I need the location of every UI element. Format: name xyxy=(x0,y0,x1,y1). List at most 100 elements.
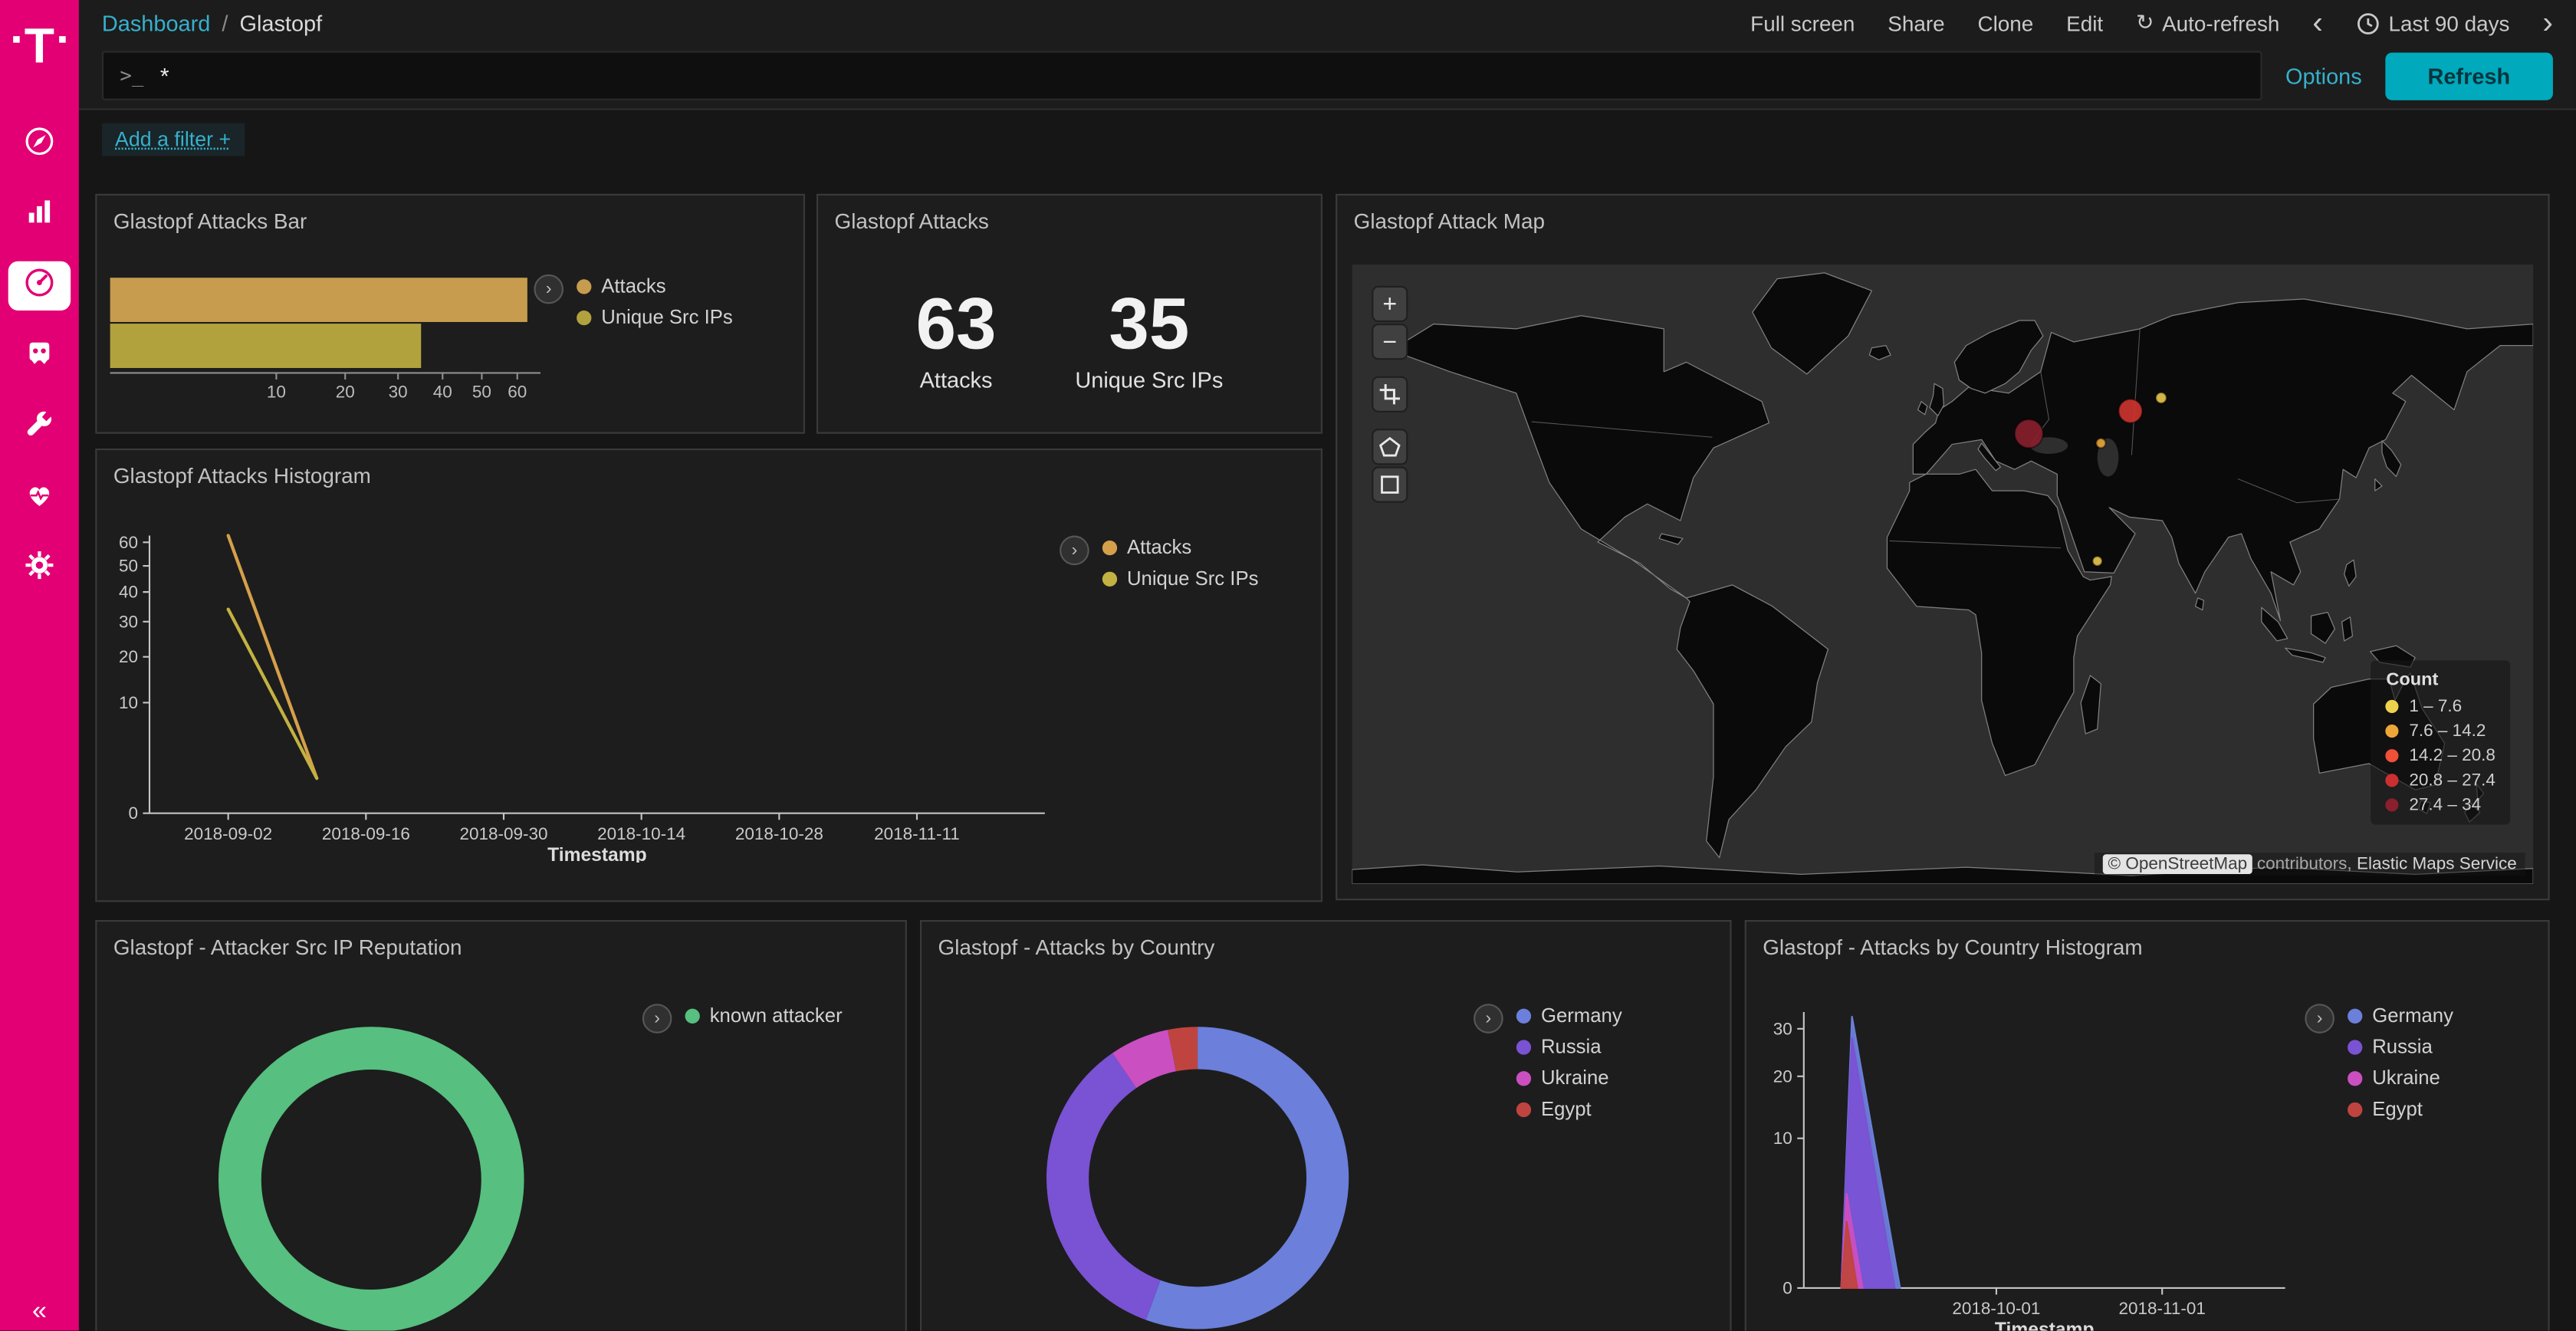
legend-item-attacks[interactable]: Attacks xyxy=(1102,536,1259,559)
legend-item-unique-src-ips[interactable]: Unique Src IPs xyxy=(577,306,733,329)
legend-dot xyxy=(1516,1070,1531,1085)
sidebar-collapse-icon[interactable]: « xyxy=(0,1298,79,1328)
kibana-dashboard-page: T xyxy=(0,0,2576,1331)
legend-item-egypt[interactable]: Egypt xyxy=(2348,1097,2453,1120)
panel-attack-map: Glastopf Attack Map xyxy=(1336,194,2550,900)
telekom-logo[interactable]: T xyxy=(0,0,79,95)
svg-text:2018-10-28: 2018-10-28 xyxy=(735,824,823,843)
time-forward-chevron[interactable]: › xyxy=(2542,8,2553,39)
svg-text:2018-09-02: 2018-09-02 xyxy=(184,824,272,843)
clock-icon xyxy=(2356,11,2380,35)
svg-text:30: 30 xyxy=(119,612,138,631)
legend-item-unique-src-ips[interactable]: Unique Src IPs xyxy=(1102,567,1259,590)
sidebar-item-management[interactable] xyxy=(8,544,71,593)
legend-toggle[interactable]: › xyxy=(642,1004,672,1034)
svg-text:2018-11-01: 2018-11-01 xyxy=(2119,1299,2206,1318)
query-options-link[interactable]: Options xyxy=(2285,63,2362,87)
panel-title: Glastopf Attacks xyxy=(818,196,1321,246)
country-histogram-chart[interactable]: 01020302018-10-012018-11-01Timestamp xyxy=(1761,1005,2298,1330)
sidebar-item-monitoring[interactable] xyxy=(8,473,71,522)
map-zoom-out-button[interactable]: − xyxy=(1372,324,1408,360)
legend-item-attacks[interactable]: Attacks xyxy=(577,274,733,297)
refresh-button[interactable]: Refresh xyxy=(2385,51,2553,99)
compass-icon xyxy=(23,124,56,166)
country-donut-chart[interactable] xyxy=(1043,1024,1352,1331)
breadcrumb-bar: Dashboard / Glastopf Full screen Share C… xyxy=(79,0,2576,46)
svg-text:2018-09-30: 2018-09-30 xyxy=(459,824,547,843)
panel-title: Glastopf Attacks Bar xyxy=(97,196,803,246)
sidebar-item-timelion[interactable] xyxy=(8,332,71,381)
legend-item-germany[interactable]: Germany xyxy=(1516,1004,1622,1027)
legend-dot xyxy=(1516,1102,1531,1116)
legend-item-russia[interactable]: Russia xyxy=(2348,1035,2453,1058)
map-legend-row: 20.8 – 27.4 xyxy=(2386,771,2496,790)
breadcrumb-current: Glastopf xyxy=(239,11,322,35)
map-legend-row: 27.4 – 34 xyxy=(2386,795,2496,815)
legend-toggle[interactable]: › xyxy=(534,274,564,304)
legend-item-ukraine[interactable]: Ukraine xyxy=(1516,1066,1622,1089)
edit-button[interactable]: Edit xyxy=(2066,11,2103,35)
svg-text:40: 40 xyxy=(119,583,138,602)
sidebar-item-devtools[interactable] xyxy=(8,403,71,452)
svg-text:40: 40 xyxy=(433,383,452,402)
legend-item-ukraine[interactable]: Ukraine xyxy=(2348,1066,2453,1089)
metric-label: Attacks xyxy=(916,369,997,393)
svg-text:2018-09-16: 2018-09-16 xyxy=(322,824,410,843)
map-attribution: © OpenStreetMap contributors, Elastic Ma… xyxy=(2095,853,2525,876)
panel-attacks-by-country: Glastopf - Attacks by Country › Germany … xyxy=(920,920,1732,1331)
add-filter-link[interactable]: Add a filter + xyxy=(102,123,244,156)
panel-title: Glastopf - Attacker Src IP Reputation xyxy=(97,922,905,972)
search-input[interactable]: >_ * xyxy=(102,51,2262,100)
svg-text:Timestamp: Timestamp xyxy=(547,845,647,863)
map-legend-row: 14.2 – 20.8 xyxy=(2386,746,2496,766)
attacks-bar-chart[interactable]: 102030405060 xyxy=(110,278,544,416)
legend-toggle[interactable]: › xyxy=(1060,536,1089,566)
legend-dot xyxy=(1102,571,1117,586)
share-button[interactable]: Share xyxy=(1888,11,1944,35)
map-draw-rectangle-button[interactable] xyxy=(1372,467,1408,503)
refresh-cycle-icon: ↻ xyxy=(2136,10,2154,36)
svg-text:0: 0 xyxy=(128,804,138,823)
crop-icon xyxy=(1378,383,1401,406)
legend-item-known-attacker[interactable]: known attacker xyxy=(685,1004,843,1027)
attacks-histogram-chart[interactable]: 01020304050602018-09-022018-09-162018-09… xyxy=(107,529,1058,863)
legend-toggle[interactable]: › xyxy=(1474,1004,1503,1034)
map-draw-polygon-button[interactable] xyxy=(1372,429,1408,465)
panel-attacks-bar: Glastopf Attacks Bar 102030405060 › Atta… xyxy=(95,194,805,434)
legend-item-germany[interactable]: Germany xyxy=(2348,1004,2453,1027)
svg-text:2018-10-14: 2018-10-14 xyxy=(597,824,685,843)
svg-text:0: 0 xyxy=(1783,1278,1792,1297)
attack-map[interactable]: + − Count 1 – 7.6 xyxy=(1352,265,2534,884)
legend-dot xyxy=(2386,725,2399,738)
legend-dot xyxy=(577,310,591,324)
reputation-donut-chart[interactable] xyxy=(215,1024,527,1331)
sidebar-nav xyxy=(0,108,79,593)
sidebar-item-dashboard[interactable] xyxy=(8,261,71,311)
mask-icon xyxy=(23,336,56,377)
panel-src-ip-reputation: Glastopf - Attacker Src IP Reputation › … xyxy=(95,920,907,1331)
map-zoom-in-button[interactable]: + xyxy=(1372,286,1408,322)
svg-text:20: 20 xyxy=(1773,1066,1792,1086)
legend-dot xyxy=(2348,1102,2362,1116)
clone-button[interactable]: Clone xyxy=(1977,11,2033,35)
osm-attribution-link[interactable]: © OpenStreetMap xyxy=(2103,854,2252,874)
full-screen-button[interactable]: Full screen xyxy=(1750,11,1855,35)
legend-item-russia[interactable]: Russia xyxy=(1516,1035,1622,1058)
panel-title: Glastopf - Attacks by Country xyxy=(922,922,1730,972)
time-picker-button[interactable]: Last 90 days xyxy=(2356,11,2510,35)
auto-refresh-button[interactable]: ↻ Auto-refresh xyxy=(2136,10,2279,36)
legend-item-egypt[interactable]: Egypt xyxy=(1516,1097,1622,1120)
dashboard-menu: Full screen Share Clone Edit ↻ Auto-refr… xyxy=(1750,8,2553,39)
legend-toggle[interactable]: › xyxy=(2305,1004,2334,1034)
time-back-chevron[interactable]: ‹ xyxy=(2312,8,2323,39)
legend-dot xyxy=(577,278,591,293)
sidebar-item-discover[interactable] xyxy=(8,120,71,169)
map-fit-bounds-button[interactable] xyxy=(1372,376,1408,412)
metric-label: Unique Src IPs xyxy=(1075,369,1223,393)
breadcrumb-dashboard-link[interactable]: Dashboard xyxy=(102,11,211,35)
panel-attacks-metric: Glastopf Attacks 63 Attacks 35 Unique Sr… xyxy=(816,194,1322,434)
terminal-prompt-icon: >_ xyxy=(120,64,143,87)
query-value: * xyxy=(160,62,169,88)
sidebar-item-visualize[interactable] xyxy=(8,191,71,240)
svg-text:20: 20 xyxy=(119,647,138,666)
